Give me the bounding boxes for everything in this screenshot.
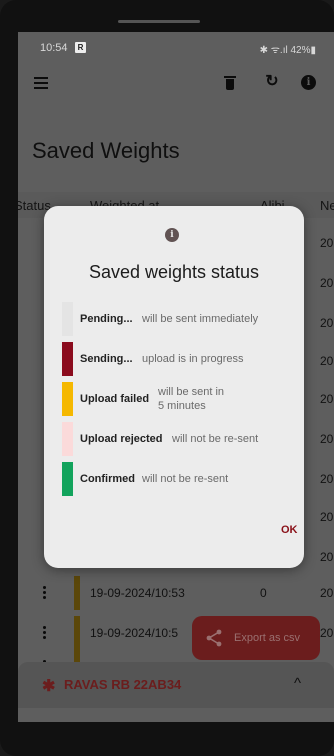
status-bar: 10:54 R ✱ ᯤ.ıl 42%▮ [18,32,334,62]
refresh-icon[interactable]: ↻ [264,74,280,90]
legend-item-upload-rejected: Upload rejected will not be re-sent [62,422,292,456]
device-bar[interactable]: ✱ RAVAS RB 22AB34 ^ [18,662,334,708]
cell-no: 20 [320,586,334,600]
status-swatch [62,462,73,496]
legend-desc: will not be re-sent [172,433,259,445]
status-bar-indicator [74,576,80,610]
status-indicators: ✱ ᯤ.ıl 42%▮ [259,45,316,56]
notification-icon: R [75,42,86,53]
legend-item-confirmed: Confirmed will not be re-sent [62,462,292,496]
device-name: RAVAS RB 22AB34 [64,677,182,692]
legend-item-upload-failed: Upload failed will be sent in 5 minutes [62,382,292,416]
status-bar-indicator [74,616,80,650]
legend-item-sending: Sending... upload is in progress [62,342,292,376]
export-csv-button[interactable]: Export as csv [192,616,320,660]
info-icon: i [165,228,179,242]
app-screen: 10:54 R ✱ ᯤ.ıl 42%▮ ↻ i Saved Weights St… [18,32,334,722]
legend-name: Sending... [80,353,133,365]
row-menu-icon[interactable] [43,586,46,601]
status-swatch [62,422,73,456]
page-title: Saved Weights [32,138,180,163]
row-menu-icon[interactable] [43,626,46,641]
legend-item-pending: Pending... will be sent immediately [62,302,292,336]
chevron-up-icon[interactable]: ^ [294,675,301,692]
status-swatch [62,382,73,416]
cell-no: 20 [320,392,334,406]
status-time: 10:54 [40,42,68,54]
speaker-notch [118,20,200,23]
table-row[interactable]: 19-09-2024/10:53 0 20 [18,576,334,610]
cell-no: 20 [320,626,334,640]
cell-weighted-at: 19-09-2024/10:5 [90,626,179,640]
legend-name: Confirmed [80,473,135,485]
app-bar: ↻ i [18,62,334,106]
cell-weighted-at: 19-09-2024/10:53 [90,586,185,600]
info-icon[interactable]: i [301,75,316,90]
cell-no: 20 [320,510,334,524]
status-swatch [62,342,73,376]
cell-alibi: 0 [260,586,267,600]
bluetooth-icon: ✱ [42,678,56,695]
export-csv-label: Export as csv [234,632,301,644]
legend-name: Pending... [80,313,133,325]
cell-no: 20 [320,472,334,486]
menu-icon[interactable] [34,77,48,89]
phone-frame: 10:54 R ✱ ᯤ.ıl 42%▮ ↻ i Saved Weights St… [0,0,334,756]
header-no[interactable]: Ne [320,198,334,213]
dialog-title: Saved weights status [88,262,260,282]
share-icon [206,629,222,647]
legend-desc: will not be re-sent [142,473,229,485]
legend-desc: upload is in progress [142,353,244,365]
ok-button[interactable]: OK [281,524,298,536]
cell-no: 20 [320,432,334,446]
cell-no: 20 [320,550,334,564]
delete-icon[interactable] [224,75,236,91]
status-swatch [62,302,73,336]
legend-name: Upload rejected [80,433,163,445]
legend-name: Upload failed [80,393,150,405]
cell-no: 20 [320,276,334,290]
cell-no: 20 [320,236,334,250]
cell-no: 20 [320,354,334,368]
legend-desc: will be sent immediately [142,313,259,325]
cell-no: 20 [320,316,334,330]
status-legend-dialog: i Saved weights status Pending... will b… [44,206,304,568]
legend-desc: will be sent in 5 minutes [158,386,225,412]
